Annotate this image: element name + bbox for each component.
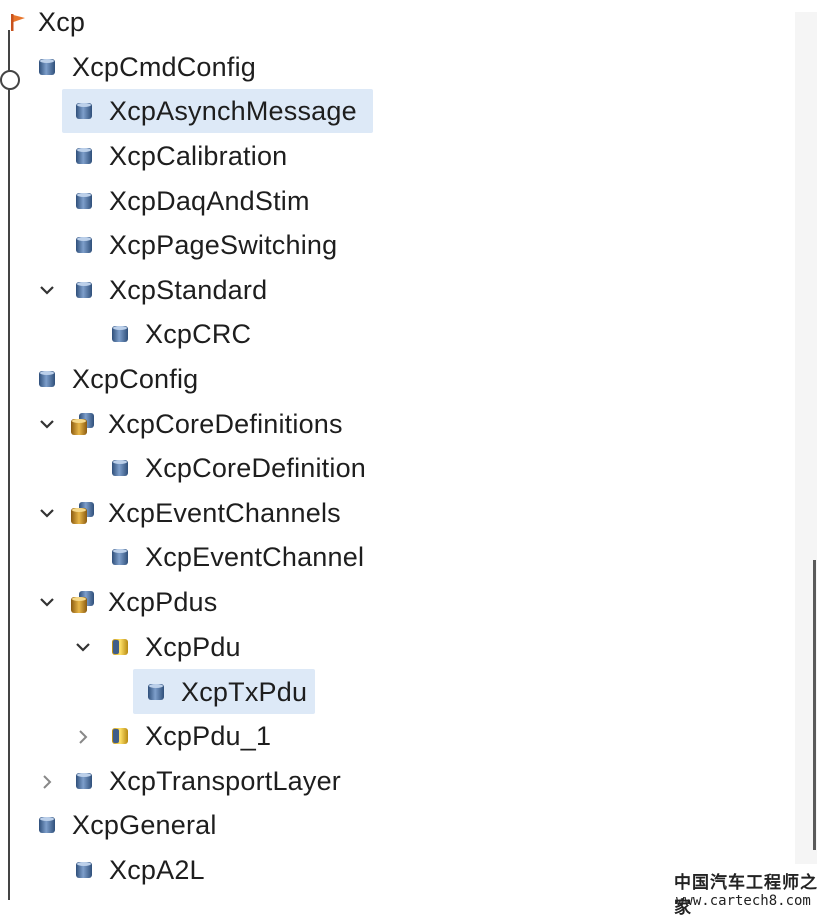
- blue-cylinder-icon: [39, 371, 55, 387]
- tree-item-label: XcpStandard: [109, 274, 268, 305]
- chevron-right-icon[interactable]: [36, 771, 58, 793]
- chevron-down-icon[interactable]: [36, 502, 58, 524]
- blue-cylinder-icon: [112, 460, 128, 476]
- tree-item-label: XcpAsynchMessage: [109, 95, 357, 126]
- chevron-right-icon[interactable]: [72, 726, 94, 748]
- tree-guide-handle[interactable]: [0, 70, 20, 90]
- tree-item-label: XcpPageSwitching: [109, 229, 338, 260]
- tree-item-label: XcpCalibration: [109, 140, 288, 171]
- gold-multi-cylinder-icon: [71, 591, 94, 613]
- tree-item-label: XcpCoreDefinition: [145, 452, 367, 483]
- blue-cylinder-icon: [76, 193, 92, 209]
- tree-item-xcpa2l[interactable]: XcpA2L: [73, 850, 205, 890]
- tree-item-label: XcpDaqAndStim: [109, 185, 310, 216]
- chevron-down-icon[interactable]: [36, 591, 58, 613]
- tree-item-xcpeventchannels[interactable]: XcpEventChannels: [68, 493, 341, 533]
- tree-item-xcppdus[interactable]: XcpPdus: [68, 582, 217, 622]
- scrollbar-thumb[interactable]: [813, 560, 816, 850]
- blue-cylinder-icon: [76, 282, 92, 298]
- tree-item-xcpcrc[interactable]: XcpCRC: [109, 314, 251, 354]
- chevron-down-icon[interactable]: [72, 636, 94, 658]
- tree-item-xcpstandard[interactable]: XcpStandard: [73, 270, 267, 310]
- tree-item-xcp[interactable]: Xcp: [8, 2, 85, 42]
- tree-item-xcptransportlayer[interactable]: XcpTransportLayer: [73, 761, 341, 801]
- tree-item-label: XcpCoreDefinitions: [108, 408, 343, 439]
- tree-item-label: XcpPdu_1: [145, 720, 272, 751]
- tree-item-label: XcpPdus: [108, 586, 218, 617]
- watermark-url: www.cartech8.com: [676, 893, 811, 909]
- yellow-cylinder-icon: [112, 728, 128, 744]
- chevron-down-icon[interactable]: [36, 413, 58, 435]
- blue-cylinder-icon: [76, 862, 92, 878]
- module-flag-icon: [11, 14, 25, 31]
- tree-item-label: XcpA2L: [109, 854, 205, 885]
- tree-item-label: XcpCRC: [145, 318, 252, 349]
- tree-item-label: XcpCmdConfig: [72, 51, 256, 82]
- tree-item-xcppdu[interactable]: XcpPdu: [109, 627, 241, 667]
- tree-item-xcpcoredefinition[interactable]: XcpCoreDefinition: [109, 448, 366, 488]
- gold-multi-cylinder-icon: [71, 502, 94, 524]
- blue-cylinder-icon: [112, 549, 128, 565]
- blue-cylinder-icon: [39, 59, 55, 75]
- tree-item-xcpgeneral[interactable]: XcpGeneral: [36, 805, 217, 845]
- tree-item-label: XcpEventChannel: [145, 541, 365, 572]
- tree-item-xcpcalibration[interactable]: XcpCalibration: [73, 136, 287, 176]
- blue-cylinder-icon: [76, 773, 92, 789]
- tree-item-xcppageswitching[interactable]: XcpPageSwitching: [73, 225, 337, 265]
- tree-item-xcppdu-1[interactable]: XcpPdu_1: [109, 716, 271, 756]
- blue-cylinder-icon: [76, 237, 92, 253]
- tree-item-xcptxpdu[interactable]: XcpTxPdu: [145, 672, 307, 712]
- tree-item-xcpconfig[interactable]: XcpConfig: [36, 359, 198, 399]
- yellow-cylinder-icon: [112, 639, 128, 655]
- blue-cylinder-icon: [39, 817, 55, 833]
- gold-multi-cylinder-icon: [71, 413, 94, 435]
- tree-item-label: XcpConfig: [72, 363, 199, 394]
- tree-item-label: XcpPdu: [145, 631, 241, 662]
- tree-item-xcpdaqandstim[interactable]: XcpDaqAndStim: [73, 181, 310, 221]
- blue-cylinder-icon: [112, 326, 128, 342]
- tree-item-label: XcpGeneral: [72, 809, 217, 840]
- tree-item-xcpcmdconfig[interactable]: XcpCmdConfig: [36, 47, 256, 87]
- blue-cylinder-icon: [76, 103, 92, 119]
- tree-item-xcpasynchmessage[interactable]: XcpAsynchMessage: [73, 91, 357, 131]
- blue-cylinder-icon: [148, 684, 164, 700]
- tree-item-label: XcpTransportLayer: [109, 765, 342, 796]
- tree-item-label: XcpTxPdu: [181, 676, 308, 707]
- tree-guide-line: [8, 30, 10, 900]
- tree-item-xcpeventchannel[interactable]: XcpEventChannel: [109, 537, 364, 577]
- tree-item-xcpcoredefinitions[interactable]: XcpCoreDefinitions: [68, 404, 343, 444]
- tree-item-label: XcpEventChannels: [108, 497, 341, 528]
- configuration-tree: Xcp XcpCmdConfig XcpAsynchMessage XcpCal…: [0, 0, 795, 918]
- chevron-down-icon[interactable]: [36, 279, 58, 301]
- tree-item-label: Xcp: [38, 6, 86, 37]
- blue-cylinder-icon: [76, 148, 92, 164]
